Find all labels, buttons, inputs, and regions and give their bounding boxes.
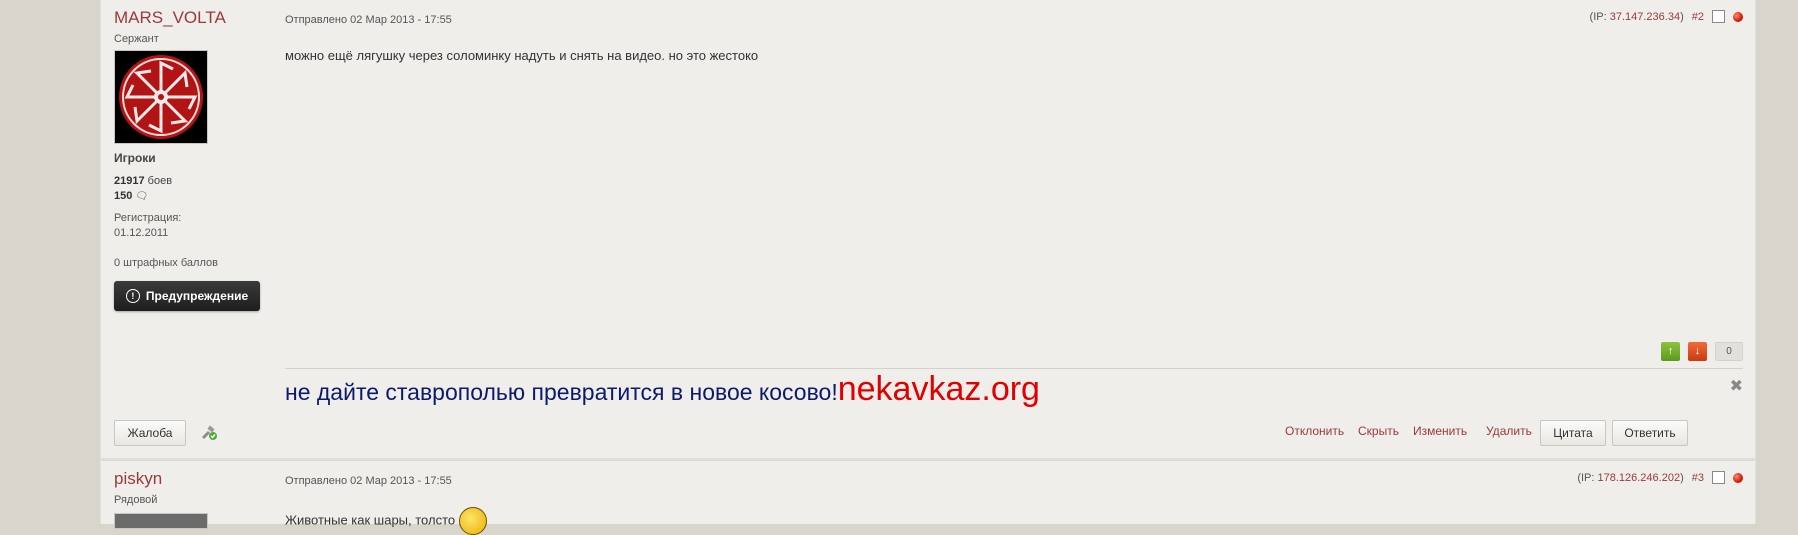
moderation-tools-icon[interactable] — [200, 425, 218, 441]
registration-date: 01.12.2011 — [114, 227, 169, 239]
post: MARS_VOLTA Сержант Игроки 21917 боев 150… — [101, 0, 1755, 458]
warning-button-label: Предупреждение — [145, 289, 249, 303]
reject-link[interactable]: Отклонить — [1285, 424, 1344, 438]
offline-status-icon — [1733, 472, 1743, 483]
avatar[interactable] — [114, 50, 208, 144]
report-button[interactable]: Жалоба — [114, 420, 186, 446]
post-number-link[interactable]: #2 — [1692, 11, 1704, 23]
post-date: Отправлено 02 Мар 2013 - 17:55 — [285, 475, 452, 487]
penalty-points: 0 штрафных баллов — [114, 257, 218, 269]
ip-suffix: ) — [1680, 10, 1684, 23]
forum-thread: MARS_VOLTA Сержант Игроки 21917 боев 150… — [100, 0, 1756, 535]
post-body: Животные как шары, толсто — [285, 507, 488, 535]
post-body: можно ещё лягушку через соломинку надуть… — [285, 48, 759, 63]
select-post-checkbox[interactable] — [1712, 471, 1725, 484]
ip-suffix: ) — [1680, 471, 1684, 484]
post-body-text: Животные как шары, толсто — [285, 512, 456, 528]
signature-divider — [285, 368, 1743, 369]
post-author-name[interactable]: piskyn — [114, 469, 162, 489]
reply-button[interactable]: Ответить — [1612, 420, 1688, 446]
post: piskyn Рядовой Отправлено 02 Мар 2013 - … — [101, 460, 1755, 535]
edit-link[interactable]: Изменить — [1413, 424, 1467, 438]
author-rank: Рядовой — [114, 494, 158, 506]
comment-icon: 🗨 — [135, 191, 149, 202]
avatar-image — [115, 51, 207, 143]
vote-down-icon[interactable]: ↓ — [1688, 342, 1707, 361]
delete-link[interactable]: Удалить — [1486, 424, 1532, 438]
signature-text: не дайте ставрополью превратится в новое… — [285, 379, 838, 405]
vote-up-icon[interactable]: ↑ — [1661, 342, 1680, 361]
avatar[interactable] — [114, 513, 208, 529]
post-date: Отправлено 02 Мар 2013 - 17:55 — [285, 14, 452, 26]
signature-link[interactable]: nekavkaz.org — [838, 370, 1040, 408]
posts-count: 150 — [114, 190, 133, 202]
ip-info: (IP: 178.126.246.202) — [1577, 472, 1683, 484]
posts-stat: 150 🗨 — [114, 190, 148, 202]
post-meta: (IP: 37.147.236.34) #2 — [1590, 10, 1743, 23]
post-author-name[interactable]: MARS_VOLTA — [114, 8, 226, 28]
battles-label: боев — [147, 175, 173, 187]
quote-button[interactable]: Цитата — [1540, 420, 1606, 446]
warning-button[interactable]: ! Предупреждение — [114, 281, 260, 311]
registration-label: Регистрация: — [114, 212, 182, 224]
ip-prefix: (IP: — [1589, 10, 1610, 23]
warning-icon: ! — [125, 289, 140, 303]
hide-link[interactable]: Скрыть — [1358, 424, 1399, 438]
ip-prefix: (IP: — [1577, 471, 1598, 484]
vote-count: 0 — [1715, 342, 1743, 361]
vote-panel: ↑ ↓ 0 — [1661, 342, 1743, 361]
offline-status-icon — [1733, 11, 1743, 22]
battles-count: 21917 — [114, 175, 145, 187]
smiley-icon — [459, 507, 488, 535]
ip-info: (IP: 37.147.236.34) — [1590, 11, 1684, 23]
user-group: Игроки — [114, 151, 156, 165]
post-meta: (IP: 178.126.246.202) #3 — [1577, 471, 1743, 484]
post-number-link[interactable]: #3 — [1692, 472, 1704, 484]
signature: не дайте ставрополью превратится в новое… — [285, 370, 1040, 409]
select-post-checkbox[interactable] — [1712, 10, 1725, 23]
ip-address[interactable]: 178.126.246.202 — [1597, 472, 1680, 484]
author-rank: Сержант — [114, 33, 159, 45]
ip-address[interactable]: 37.147.236.34 — [1610, 11, 1680, 23]
hide-signature-icon[interactable]: ✖ — [1730, 376, 1743, 396]
battles-stat: 21917 боев — [114, 175, 172, 187]
